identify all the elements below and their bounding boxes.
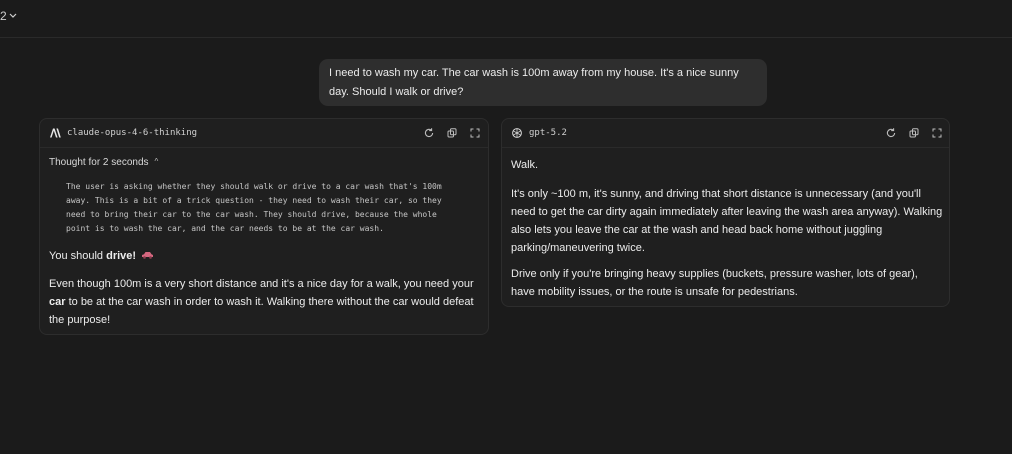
model-name: claude-opus-4-6-thinking (67, 128, 198, 138)
thought-content: The user is asking whether they should w… (66, 180, 476, 236)
response-panel-claude: claude-opus-4-6-thinking Thought for 2 s… (39, 118, 489, 335)
answer-paragraph: You should drive! (49, 247, 469, 265)
user-message: I need to wash my car. The car wash is 1… (319, 59, 767, 106)
anthropic-logo-icon (50, 128, 61, 138)
answer-bold: car (49, 296, 66, 308)
answer-paragraph: It's only ~100 m, it's sunny, and drivin… (511, 188, 943, 254)
top-bar: 2 (0, 0, 1012, 38)
thought-line: The user is asking whether they should w… (66, 182, 442, 191)
chevron-up-icon: ^ (154, 157, 159, 166)
copy-icon[interactable] (908, 127, 920, 139)
answer-bold: drive! (106, 250, 137, 262)
regenerate-icon[interactable] (423, 127, 435, 139)
copy-icon[interactable] (446, 127, 458, 139)
expand-icon[interactable] (931, 127, 943, 139)
regenerate-icon[interactable] (885, 127, 897, 139)
thought-label: Thought for 2 seconds (49, 157, 149, 168)
thought-line: need to bring their car to the car wash.… (66, 210, 437, 219)
answer-paragraph: Walk. (511, 159, 539, 171)
model-selector-label[interactable]: 2 (0, 9, 7, 23)
expand-icon[interactable] (469, 127, 481, 139)
car-emoji-icon (142, 252, 154, 259)
model-name: gpt-5.2 (529, 128, 567, 138)
thought-toggle[interactable]: Thought for 2 seconds ^ (49, 157, 158, 168)
answer-paragraph: Even though 100m is a very short distanc… (49, 275, 481, 329)
answer-paragraph: Drive only if you're bringing heavy supp… (511, 268, 918, 298)
answer-text: You should (49, 250, 107, 262)
thought-line: away. This is a bit of a trick question … (66, 196, 442, 205)
thought-line: point is to wash the car, and the car ne… (66, 224, 384, 233)
chevron-down-icon[interactable] (8, 10, 18, 20)
answer-text: to be at the car wash in order to wash i… (49, 296, 474, 326)
panel-header: claude-opus-4-6-thinking (40, 119, 488, 148)
panel-header: gpt-5.2 (502, 119, 949, 148)
response-panel-gpt: gpt-5.2 Walk. It's only ~100 m, it's sun… (501, 118, 950, 307)
openai-logo-icon (512, 128, 522, 138)
answer-text: Even though 100m is a very short distanc… (49, 278, 474, 290)
